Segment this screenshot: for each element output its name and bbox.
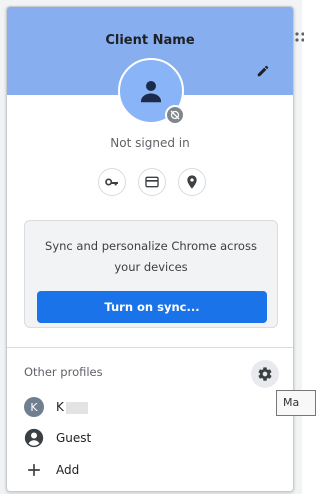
manage-profiles-button[interactable]	[251, 360, 279, 388]
person-circle-icon	[24, 428, 44, 448]
sync-promo-card: Sync and personalize Chrome across your …	[24, 220, 278, 328]
addresses-button[interactable]	[178, 168, 206, 196]
section-divider	[7, 347, 293, 348]
passwords-button[interactable]	[98, 168, 126, 196]
credit-card-icon	[145, 176, 159, 188]
manage-profiles-tooltip: Ma	[276, 390, 316, 416]
signin-status-text: Not signed in	[110, 136, 190, 150]
add-label: Add	[56, 463, 80, 477]
plus-icon	[28, 464, 40, 476]
apps-grid-icon[interactable]	[294, 31, 305, 47]
other-profiles-label: Other profiles	[24, 365, 103, 379]
redacted-name-block	[65, 401, 88, 414]
profile-item-guest[interactable]: Guest	[24, 427, 244, 449]
turn-on-sync-button[interactable]: Turn on sync...	[37, 291, 267, 323]
pencil-icon	[257, 65, 269, 77]
profile-k-label: K	[56, 400, 88, 414]
payment-methods-button[interactable]	[138, 168, 166, 196]
client-name-title: Client Name	[105, 33, 195, 48]
location-pin-icon	[187, 175, 197, 189]
edit-profile-button[interactable]	[253, 61, 273, 81]
profile-k-avatar: K	[24, 397, 44, 417]
guest-label: Guest	[56, 431, 92, 445]
sync-off-icon	[170, 110, 180, 120]
person-icon	[141, 81, 161, 103]
sync-promo-text: Sync and personalize Chrome across your …	[45, 239, 257, 274]
add-profile-item[interactable]: Add	[24, 459, 244, 481]
key-icon	[105, 178, 118, 186]
sync-status-badge	[165, 105, 185, 125]
profile-menu-panel: Client Name Not signed in Sync and perso…	[6, 6, 294, 492]
profile-item-k[interactable]: K K	[24, 396, 244, 418]
quick-actions-row	[98, 168, 206, 196]
gear-icon	[258, 367, 272, 381]
